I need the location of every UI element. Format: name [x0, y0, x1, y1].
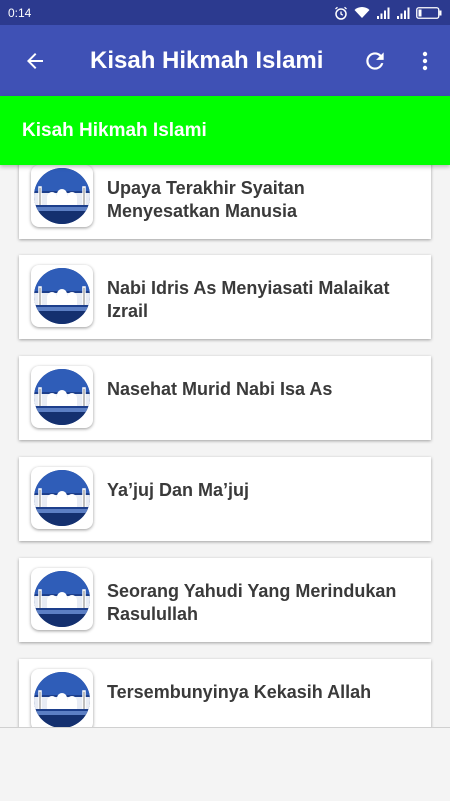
signal-icon	[397, 7, 410, 19]
refresh-button[interactable]	[350, 25, 400, 96]
mosque-thumbnail-icon	[31, 669, 93, 727]
story-list[interactable]: Upaya Terakhir Syaitan Menyesatkan Manus…	[0, 165, 450, 727]
more-vert-icon	[422, 51, 428, 70]
alarm-icon	[335, 6, 347, 20]
mosque-thumbnail-icon	[31, 366, 93, 428]
mosque-thumbnail-icon	[31, 467, 93, 529]
list-item-title: Ya’juj Dan Ma’juj	[107, 480, 250, 500]
signal-icon	[377, 7, 390, 19]
refresh-icon	[366, 51, 384, 70]
status-time: 0:14	[8, 5, 32, 20]
list-item[interactable]: Nasehat Murid Nabi Isa As	[19, 356, 431, 440]
list-item-title: Upaya Terakhir Syaitan Menyesatkan Manus…	[107, 178, 305, 221]
battery-icon	[416, 6, 442, 19]
status-icons	[334, 6, 442, 20]
list-item-title: Seorang Yahudi Yang Merindukan Rasululla…	[107, 581, 397, 624]
list-item[interactable]: Nabi Idris As Menyiasati Malaikat Izrail	[19, 255, 431, 339]
list-item[interactable]: Seorang Yahudi Yang Merindukan Rasululla…	[19, 558, 431, 642]
mosque-thumbnail-icon	[31, 568, 93, 630]
overflow-menu-button[interactable]	[400, 25, 450, 96]
bottom-area	[0, 727, 450, 801]
arrow-back-icon	[27, 52, 43, 69]
mosque-thumbnail-icon	[31, 265, 93, 327]
app-toolbar: Kisah Hikmah Islami	[0, 25, 450, 96]
status-bar: 0:14	[0, 0, 450, 25]
mosque-thumbnail-icon	[31, 165, 93, 227]
list-item-title: Tersembunyinya Kekasih Allah	[107, 682, 372, 702]
list-item-title: Nabi Idris As Menyiasati Malaikat Izrail	[107, 278, 390, 321]
wifi-icon	[354, 7, 370, 19]
list-item[interactable]: Tersembunyinya Kekasih Allah	[19, 659, 431, 727]
header-banner: Kisah Hikmah Islami	[0, 96, 450, 165]
list-item[interactable]: Upaya Terakhir Syaitan Menyesatkan Manus…	[19, 165, 431, 239]
toolbar-title: Kisah Hikmah Islami	[90, 46, 324, 74]
back-button[interactable]	[0, 25, 70, 96]
list-item[interactable]: Ya’juj Dan Ma’juj	[19, 457, 431, 541]
list-item-title: Nasehat Murid Nabi Isa As	[107, 379, 333, 399]
